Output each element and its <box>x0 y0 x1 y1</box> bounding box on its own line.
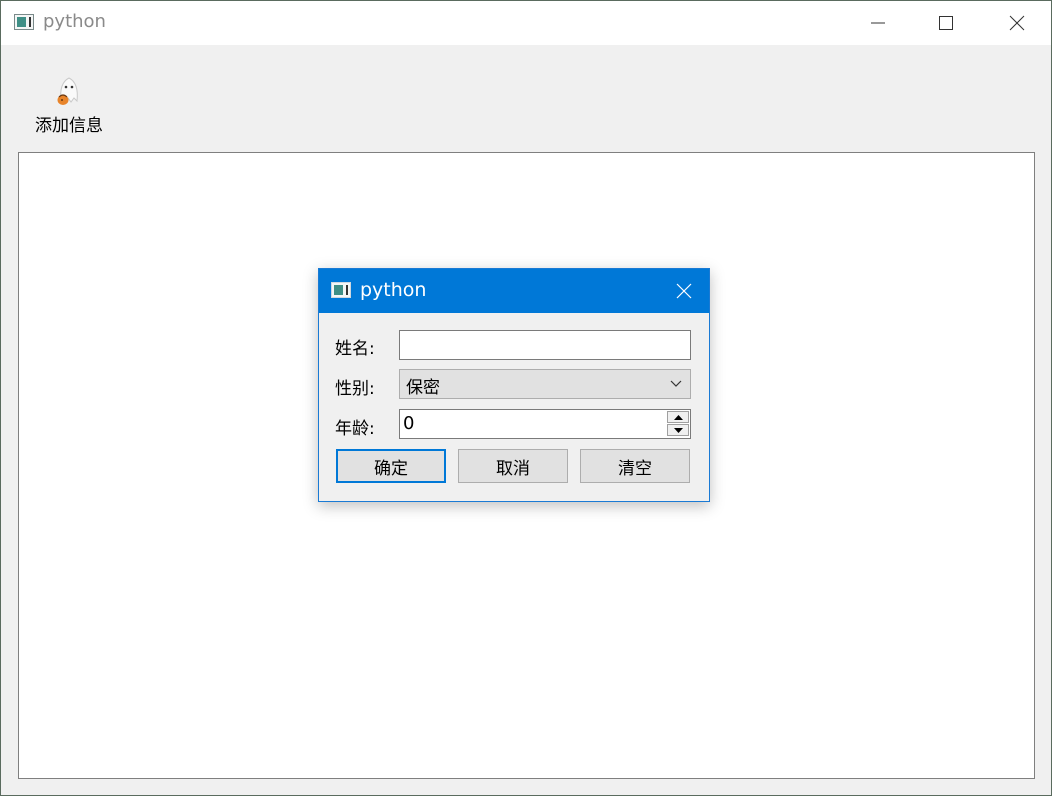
dialog-title: python <box>360 279 427 301</box>
close-icon <box>676 283 692 299</box>
add-info-dialog: python 姓名: 性别: 保密 年龄: 0 确定 取消 清空 <box>318 268 710 502</box>
age-label: 年龄: <box>335 419 375 439</box>
cancel-button[interactable]: 取消 <box>458 449 568 483</box>
close-icon <box>1009 15 1025 31</box>
close-button[interactable] <box>994 1 1040 45</box>
age-spinbox[interactable]: 0 <box>399 409 691 439</box>
gender-selected-value: 保密 <box>406 378 440 398</box>
clear-button[interactable]: 清空 <box>580 449 690 483</box>
name-input[interactable] <box>399 330 691 360</box>
app-icon <box>14 14 34 30</box>
window-title: python <box>43 11 106 32</box>
main-window: python 添加信息 python 姓名: 性别: 保密 年龄: 0 确定 取… <box>0 0 1052 796</box>
arrow-down-icon <box>673 427 683 433</box>
chevron-down-icon <box>670 380 682 387</box>
dialog-close-button[interactable] <box>659 269 709 313</box>
ghost-icon <box>57 77 78 105</box>
arrow-up-icon <box>673 414 683 420</box>
spin-down-button[interactable] <box>667 424 689 436</box>
add-info-label: 添加信息 <box>35 116 103 136</box>
age-stepper <box>667 411 689 437</box>
maximize-icon <box>939 16 953 30</box>
gender-select[interactable]: 保密 <box>399 369 691 399</box>
maximize-button[interactable] <box>923 1 969 45</box>
gender-label: 性别: <box>335 379 375 399</box>
ok-button[interactable]: 确定 <box>336 449 446 483</box>
title-bar[interactable]: python <box>1 1 1051 45</box>
age-value: 0 <box>403 413 415 434</box>
minimize-icon <box>871 22 885 24</box>
add-info-button[interactable]: 添加信息 <box>25 67 115 137</box>
minimize-button[interactable] <box>855 1 901 45</box>
dialog-title-bar[interactable]: python <box>319 269 709 313</box>
spin-up-button[interactable] <box>667 411 689 423</box>
name-label: 姓名: <box>335 339 375 359</box>
dialog-app-icon <box>331 282 351 298</box>
